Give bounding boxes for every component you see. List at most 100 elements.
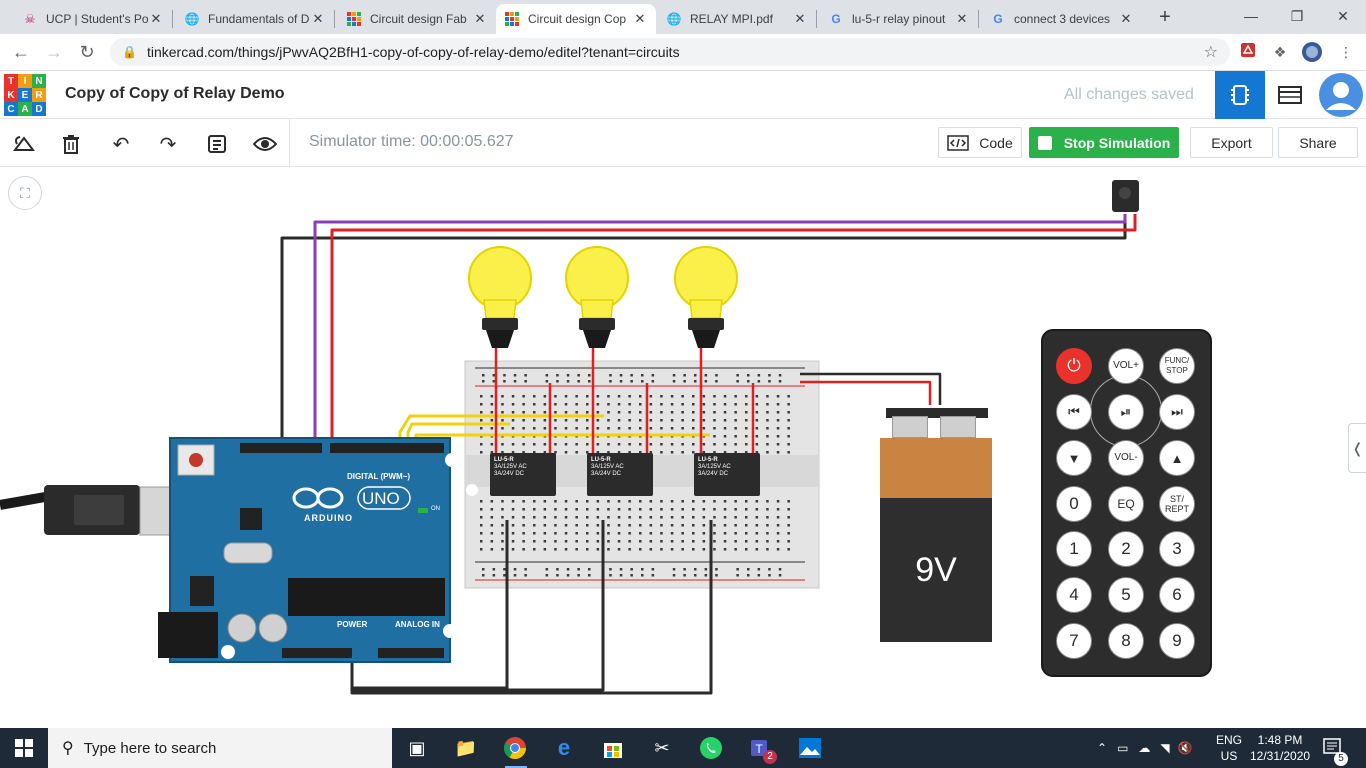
notes-icon[interactable] xyxy=(204,131,230,157)
breadboard-hole xyxy=(511,443,515,446)
close-icon[interactable]: ✕ xyxy=(954,11,970,27)
remote-7-button[interactable]: 7 xyxy=(1056,623,1092,659)
breadboard-hole xyxy=(501,500,504,503)
circuit-view-button[interactable] xyxy=(1215,71,1265,119)
onedrive-icon[interactable]: ☁ xyxy=(1138,741,1150,755)
pdf-extension-icon[interactable] xyxy=(1238,42,1258,62)
remote-3-button[interactable]: 3 xyxy=(1159,531,1195,567)
light-bulb-2[interactable] xyxy=(565,246,629,348)
visibility-eye-icon[interactable] xyxy=(252,131,278,157)
remote-vol-down-button[interactable]: VOL- xyxy=(1108,440,1144,476)
breadboard-hole xyxy=(490,532,494,535)
code-button[interactable]: Code xyxy=(938,127,1022,158)
component-list-button[interactable] xyxy=(1265,71,1315,119)
battery-tray-icon[interactable]: ▭ xyxy=(1117,741,1128,755)
breadboard-hole xyxy=(522,427,525,430)
reload-button[interactable]: ↻ xyxy=(75,40,99,64)
browser-tab-fundamentals[interactable]: 🌐 Fundamentals of D ✕ xyxy=(176,4,334,34)
remote-6-button[interactable]: 6 xyxy=(1159,577,1195,613)
menu-kebab-icon[interactable]: ⋮ xyxy=(1336,42,1356,62)
system-clock[interactable]: 1:48 PM 12/31/2020 xyxy=(1250,732,1310,764)
volume-muted-icon[interactable]: 🔇 xyxy=(1178,741,1193,755)
remote-0-button[interactable]: 0 xyxy=(1056,486,1092,522)
remote-9-button[interactable]: 9 xyxy=(1159,623,1195,659)
remote-func-stop-button[interactable]: FUNC/ STOP xyxy=(1159,348,1195,384)
battery-9v[interactable]: 9V xyxy=(880,406,992,642)
circuit-canvas[interactable]: ⛶ ❬ ARDUINO UNO DIGITAL (PWM~) POWER ANA… xyxy=(0,168,1366,728)
language-indicator[interactable]: ENG US xyxy=(1216,732,1242,764)
task-view-icon[interactable]: ▣ xyxy=(403,734,431,762)
breadboard-hole xyxy=(649,500,653,503)
tinkercad-logo[interactable]: T I N K E R C A D xyxy=(4,74,46,116)
wifi-icon[interactable]: ◥ xyxy=(1160,741,1169,755)
browser-tab-circuit-copy[interactable]: Circuit design Cop ✕ xyxy=(496,4,656,34)
store-icon[interactable] xyxy=(599,734,627,762)
light-bulb-3[interactable] xyxy=(674,246,738,348)
remote-prev-button[interactable]: ⏮ xyxy=(1056,394,1092,430)
new-tab-button[interactable]: + xyxy=(1155,7,1175,27)
remote-up-button[interactable]: ▲ xyxy=(1159,440,1195,476)
teams-icon[interactable]: T 2 xyxy=(747,734,777,764)
remote-1-button[interactable]: 1 xyxy=(1056,531,1092,567)
light-bulb-1[interactable] xyxy=(468,246,532,348)
browser-tab-ucp[interactable]: ☠ UCP | Student's Po ✕ xyxy=(14,4,172,34)
close-icon[interactable]: ✕ xyxy=(792,11,808,27)
breadboard-hole xyxy=(755,403,759,406)
remote-2-button[interactable]: 2 xyxy=(1108,531,1144,567)
close-icon[interactable]: ✕ xyxy=(632,11,648,27)
back-button[interactable]: ← xyxy=(9,40,33,64)
redo-icon[interactable]: ↷ xyxy=(155,131,181,157)
user-avatar[interactable] xyxy=(1316,71,1366,119)
breadboard-hole xyxy=(564,427,568,430)
omnibox[interactable]: 🔒 tinkercad.com/things/jPwvAQ2BfH1-copy-… xyxy=(110,38,1230,66)
restore-button[interactable]: ❐ xyxy=(1274,4,1320,28)
ir-receiver[interactable] xyxy=(1112,180,1139,212)
remote-play-pause-button[interactable]: ⏯ xyxy=(1108,394,1144,430)
share-button[interactable]: Share xyxy=(1278,127,1358,158)
browser-tab-relay-pinout[interactable]: G lu-5-r relay pinout ✕ xyxy=(820,4,978,34)
remote-8-button[interactable]: 8 xyxy=(1108,623,1144,659)
remote-down-button[interactable]: ▼ xyxy=(1056,440,1092,476)
remote-power-button[interactable]: ⏻ xyxy=(1056,348,1092,384)
whatsapp-icon[interactable] xyxy=(697,734,725,762)
chrome-icon[interactable] xyxy=(501,734,529,762)
minimize-button[interactable]: — xyxy=(1228,4,1274,28)
close-window-button[interactable]: ✕ xyxy=(1320,4,1366,28)
browser-tab-relay-pdf[interactable]: 🌐 RELAY MPI.pdf ✕ xyxy=(658,4,816,34)
remote-4-button[interactable]: 4 xyxy=(1056,577,1092,613)
remote-vol-up-button[interactable]: VOL+ xyxy=(1108,348,1144,384)
browser-tab-circuit-fab[interactable]: Circuit design Fab ✕ xyxy=(338,4,496,34)
taskbar-search[interactable]: ⚲ Type here to search xyxy=(48,728,392,768)
remote-eq-button[interactable]: EQ xyxy=(1108,486,1144,522)
share-button-label: Share xyxy=(1299,134,1337,151)
breadboard-rail-hole xyxy=(694,574,697,577)
system-tray: ⌃ ▭ ☁ ◥ 🔇 xyxy=(1097,728,1193,768)
forward-button[interactable]: → xyxy=(42,40,66,64)
close-icon[interactable]: ✕ xyxy=(310,11,326,27)
close-icon[interactable]: ✕ xyxy=(472,11,488,27)
stop-simulation-button[interactable]: Stop Simulation xyxy=(1029,127,1179,158)
profile-avatar-icon[interactable] xyxy=(1302,42,1322,62)
start-button[interactable] xyxy=(0,728,48,768)
extensions-puzzle-icon[interactable]: ❖ xyxy=(1270,42,1290,62)
tray-chevron-icon[interactable]: ⌃ xyxy=(1097,741,1107,755)
usb-cable[interactable] xyxy=(0,485,199,536)
rotate-icon[interactable] xyxy=(11,131,37,157)
notification-center-icon[interactable]: 5 xyxy=(1322,737,1348,766)
undo-icon[interactable]: ↶ xyxy=(108,131,134,157)
remote-st-rept-button[interactable]: ST/ REPT xyxy=(1159,486,1195,522)
snipping-tool-icon[interactable]: ✂ xyxy=(648,734,676,762)
photos-icon[interactable] xyxy=(796,734,824,762)
export-button[interactable]: Export xyxy=(1190,127,1273,158)
remote-5-button[interactable]: 5 xyxy=(1108,577,1144,613)
design-title[interactable]: Copy of Copy of Relay Demo xyxy=(65,85,285,103)
file-explorer-icon[interactable]: 📁 xyxy=(452,734,480,762)
close-icon[interactable]: ✕ xyxy=(1118,11,1134,27)
close-icon[interactable]: ✕ xyxy=(148,11,164,27)
browser-tab-connect[interactable]: G connect 3 devices ✕ xyxy=(982,4,1142,34)
digit-label: 5 xyxy=(1121,585,1131,604)
remote-next-button[interactable]: ⏭ xyxy=(1159,394,1195,430)
edge-icon[interactable]: e xyxy=(550,734,578,762)
bookmark-star-icon[interactable]: ☆ xyxy=(1204,42,1218,62)
delete-trash-icon[interactable] xyxy=(58,131,84,157)
